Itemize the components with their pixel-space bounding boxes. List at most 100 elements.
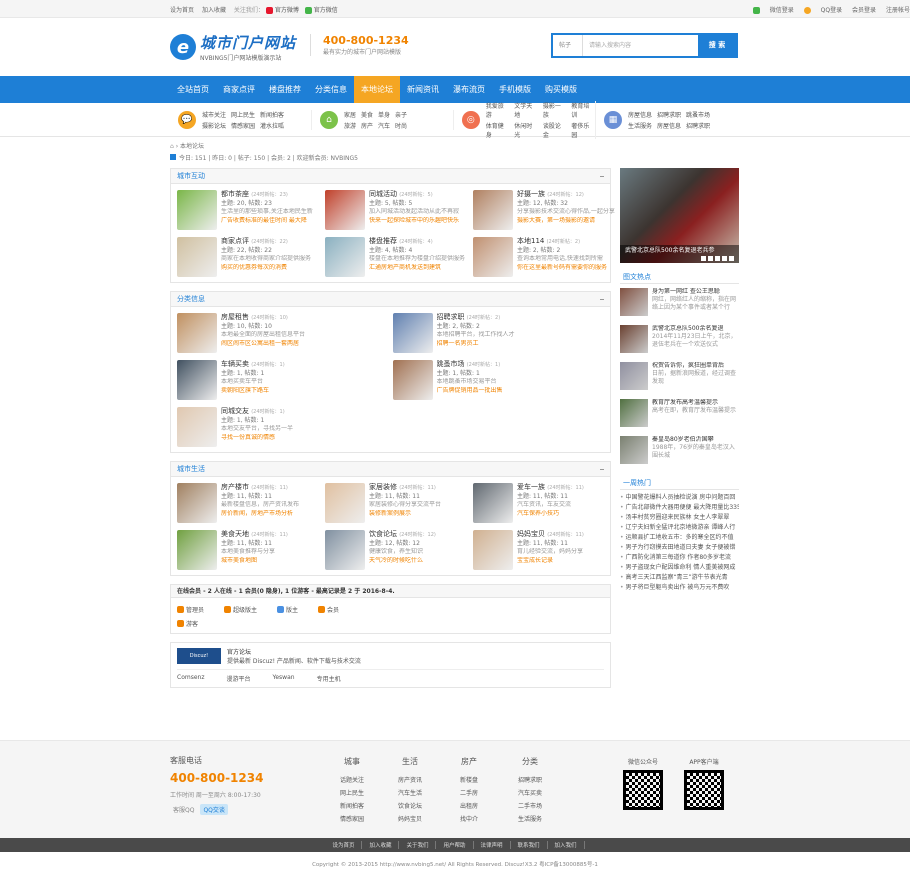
nav-item-8[interactable]: 购买模版 — [538, 76, 584, 103]
forum-last-post[interactable]: 寻找一份真诚的情感 — [221, 434, 321, 443]
forum-name[interactable]: 房产楼市 (24时新帖：11) — [221, 483, 321, 493]
footer-link[interactable]: 二手市场 — [518, 800, 542, 813]
subnav-link[interactable]: 谈股论金 — [543, 121, 567, 139]
forum-thumbnail[interactable] — [325, 530, 365, 570]
subnav-link[interactable]: 单身 — [378, 110, 390, 119]
forum-title[interactable]: 招聘求职 — [437, 313, 465, 321]
subnav-link[interactable]: 跳蚤市场 — [686, 110, 710, 119]
bottom-link[interactable]: 设为首页 — [325, 841, 363, 849]
forum-thumbnail[interactable] — [325, 190, 365, 230]
bottom-link[interactable]: 联系我们 — [511, 841, 548, 849]
forum-name[interactable]: 同城交友 (24时新帖：1) — [221, 407, 321, 417]
search-input[interactable]: 请输入搜索内容 — [583, 35, 698, 56]
forum-item[interactable]: 家居装修 (24时新帖：11) 主题: 11, 帖数: 11 家居装修心得分享交流平… — [323, 481, 471, 528]
nav-item-0[interactable]: 全站首页 — [170, 76, 216, 103]
forum-thumbnail[interactable] — [392, 360, 433, 400]
bottom-link[interactable]: 法律声明 — [474, 841, 511, 849]
forum-item[interactable]: 房产楼市 (24时新帖：11) 主题: 11, 帖数: 11 最新楼盘信息，房产资讯… — [175, 481, 323, 528]
subnav-link[interactable]: 旅游 — [344, 121, 356, 130]
hot-item[interactable]: 广西防化消第三每道你 作者80多岁老流 — [620, 553, 739, 563]
forum-title[interactable]: 饮食论坛 — [369, 530, 397, 538]
footer-link[interactable]: 招聘求职 — [518, 774, 542, 787]
forum-item[interactable]: 都市茶座 (24时新帖：23) 主题: 20, 帖数: 23 生活里的那些琐事,关注… — [175, 188, 323, 235]
subnav-link[interactable]: 教育培训 — [571, 101, 595, 119]
weibo-link[interactable]: 官方微博 — [265, 6, 299, 14]
footer-link[interactable]: 汽车生活 — [398, 787, 422, 800]
subnav-link[interactable]: 汽车 — [378, 121, 390, 130]
forum-item[interactable]: 商家点评 (24时新帖：22) 主题: 22, 帖数: 22 商家在本地收得商家介绍… — [175, 235, 323, 282]
forum-item[interactable]: 爱车一族 (24时新帖：11) 主题: 11, 帖数: 11 汽车资讯，车友交流 汽车… — [471, 481, 619, 528]
pic-thumbnail[interactable] — [620, 362, 648, 390]
pic-news-item[interactable]: 教育厅发布高考温馨提示 高考在即，教育厅发布温馨提示 — [620, 395, 739, 432]
hot-item[interactable]: 男子为行窃摸去田地道日夫妻 女子便被错 — [620, 543, 739, 553]
forum-thumbnail[interactable] — [325, 237, 365, 277]
pic-news-item[interactable]: 祝贺告诉你，疯狂圈单背后 日前，据新浪网报道，经过调查发现 — [620, 358, 739, 395]
subnav-link[interactable]: 招聘求职 — [657, 110, 681, 119]
forum-last-post[interactable]: 闹区闹市区公寓出租一套两居 — [221, 340, 321, 349]
friend-link[interactable]: Yeswan — [273, 674, 295, 683]
subnav-link[interactable]: 房屋信息 — [628, 110, 652, 119]
bottom-link[interactable]: 关于我们 — [399, 841, 437, 849]
forum-item[interactable]: 跳蚤市场 (24时新帖：1) 主题: 1, 帖数: 1 本地跳蚤市场交易平台 广告牌促… — [391, 358, 607, 405]
forum-item[interactable]: 同城活动 (24时新帖：5) 主题: 5, 帖数: 5 加入同城活动发起活动从此不再… — [323, 188, 471, 235]
forum-name[interactable]: 同城活动 (24时新帖：5) — [369, 190, 469, 200]
footer-link[interactable]: 汽车买卖 — [518, 787, 542, 800]
pic-news-item[interactable]: 武警北京总队500余名复退 2014年11月23日上午，北京，退伍老兵在一个欢送仪… — [620, 321, 739, 358]
subnav-link[interactable]: 城市关注 — [202, 110, 226, 119]
pic-thumbnail[interactable] — [620, 436, 648, 464]
friend-link[interactable]: 漫游平台 — [226, 674, 250, 683]
forum-last-post[interactable]: 城市美食地图 — [221, 557, 321, 566]
forum-thumbnail[interactable] — [473, 190, 513, 230]
forum-thumbnail[interactable] — [473, 237, 513, 277]
forum-thumbnail[interactable] — [392, 313, 433, 353]
news-slideshow[interactable]: 武警北京总队500余名复退老兵参 — [620, 168, 739, 263]
add-favorite-link[interactable]: 加入收藏 — [202, 7, 226, 14]
hot-item[interactable]: 男子将巨型躯鸟卖出作 被鸟万元不费吹 — [620, 583, 739, 593]
footer-link[interactable]: 新楼盘 — [460, 774, 478, 787]
forum-item[interactable]: 房屋租售 (24时新帖：10) 主题: 10, 帖数: 10 本地最全面的房屋出租信… — [175, 311, 391, 358]
friend-link[interactable]: Comsenz — [177, 674, 204, 683]
hot-item[interactable]: 广告北部微件大器用便便 最大降用量比335 — [620, 503, 739, 513]
pic-thumbnail[interactable] — [620, 399, 648, 427]
hot-item[interactable]: 男子盗现女户配因维命利 情人重美被网成 — [620, 563, 739, 573]
forum-thumbnail[interactable] — [177, 530, 217, 570]
search-button[interactable]: 搜 索 — [698, 35, 736, 56]
forum-last-post[interactable]: 快来一起探险城市中的乐趣吧快乐 — [369, 217, 469, 226]
nav-item-6[interactable]: 瀑布流页 — [446, 76, 492, 103]
forum-last-post[interactable]: 汽车保养小技巧 — [517, 510, 617, 519]
subnav-link[interactable]: 亲子 — [395, 110, 407, 119]
forum-title[interactable]: 同城交友 — [221, 407, 249, 415]
forum-item[interactable]: 招聘求职 (24时新帖：2) 主题: 2, 帖数: 2 本地招聘平台，找工作找人才招… — [391, 311, 607, 358]
member-login-link[interactable]: 会员登录 — [852, 7, 876, 14]
site-logo[interactable]: e 城市门户网站 NVBING5门户网站模版演示站 — [170, 32, 296, 62]
forum-thumbnail[interactable] — [177, 313, 217, 353]
bottom-link[interactable]: 用户帮助 — [436, 841, 474, 849]
forum-name[interactable]: 家居装修 (24时新帖：11) — [369, 483, 469, 493]
qq-chat-button[interactable]: QQ交谈 — [200, 804, 228, 815]
forum-title[interactable]: 家居装修 — [369, 483, 397, 491]
nav-item-3[interactable]: 分类信息 — [308, 76, 354, 103]
forum-thumbnail[interactable] — [325, 483, 365, 523]
forum-last-post[interactable]: 广告牌促销用品一批出售 — [437, 387, 537, 396]
footer-link[interactable]: 生活服务 — [518, 813, 542, 826]
qq-login-link[interactable]: QQ登录 — [803, 6, 842, 14]
section-title[interactable]: 城市互动 — [171, 169, 610, 184]
hot-item[interactable]: 辽宁夫妇新全猛评北京地微游亲 谭峰人行 — [620, 523, 739, 533]
set-homepage-link[interactable]: 设为首页 — [170, 7, 194, 14]
subnav-link[interactable]: 摄影论坛 — [202, 121, 226, 130]
forum-name[interactable]: 招聘求职 (24时新帖：2) — [437, 313, 537, 323]
section-title[interactable]: 分类信息 — [171, 292, 610, 307]
footer-link[interactable]: 话题关注 — [340, 774, 364, 787]
pic-thumbnail[interactable] — [620, 288, 648, 316]
forum-name[interactable]: 美食天地 (24时新帖：11) — [221, 530, 321, 540]
forum-thumbnail[interactable] — [177, 483, 217, 523]
slide-dots[interactable] — [701, 256, 734, 261]
nav-item-4[interactable]: 本地论坛 — [354, 76, 400, 103]
footer-link[interactable]: 房产资讯 — [398, 774, 422, 787]
forum-title[interactable]: 商家点评 — [221, 237, 249, 245]
forum-name[interactable]: 好摄一族 (24时新帖：12) — [517, 190, 617, 200]
subnav-link[interactable]: 情感家园 — [231, 121, 255, 130]
nav-item-1[interactable]: 商家点评 — [216, 76, 262, 103]
forum-last-post[interactable]: 摄影大赛，第一场摄影的邀请 — [517, 217, 617, 226]
subnav-link[interactable]: 家居 — [344, 110, 356, 119]
